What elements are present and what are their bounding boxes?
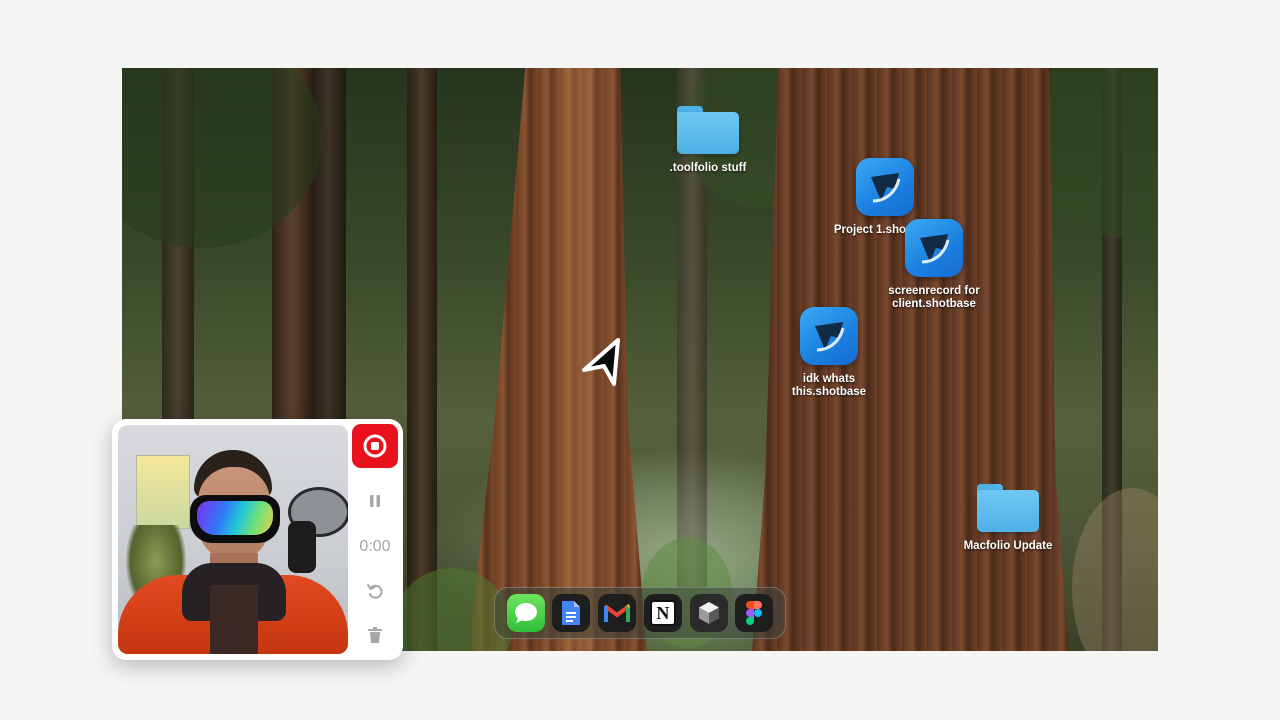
dock: N [494,587,786,639]
hanging-gear [288,521,316,573]
folder-macfolio-update[interactable]: Macfolio Update [948,484,1068,553]
shotbase-file-icon [905,219,963,277]
shotbase-file-icon [856,158,914,216]
stop-icon [363,434,387,458]
pause-button[interactable] [350,493,400,509]
delete-button[interactable] [350,626,400,644]
shotbase-file-icon [800,307,858,365]
dry-brush [1072,488,1158,651]
jacket-inner [210,585,258,654]
file-idk-whats-this[interactable]: idk whats this.shotbase [769,307,889,399]
pause-icon [370,495,380,507]
file-label: idk whats this.shotbase [791,373,867,398]
restart-button[interactable] [350,582,400,600]
notion-letter: N [649,600,676,626]
recorder-controls: 0:00 [350,419,403,660]
file-label: screenrecord for client.shotbase [888,285,980,310]
recording-timer: 0:00 [359,538,391,555]
folder-label: Macfolio Update [963,540,1053,552]
restart-icon [367,584,383,599]
folder-icon [677,106,739,154]
gmail-icon[interactable] [598,594,637,632]
folder-label: .toolfolio stuff [669,162,747,174]
stop-recording-button[interactable] [352,424,398,468]
figma-icon[interactable] [735,594,774,632]
trash-icon [368,627,382,643]
messages-icon[interactable] [506,594,545,632]
folder-toolfolio-stuff[interactable]: .toolfolio stuff [648,106,768,175]
folder-icon [977,484,1039,532]
cursor-arrow-icon [582,338,620,386]
wall-poster [136,455,190,529]
cube-app-icon[interactable] [689,594,728,632]
file-screenrecord-for-client[interactable]: screenrecord for client.shotbase [874,219,994,311]
screen-recorder-widget: 0:00 [112,419,403,660]
google-docs-icon[interactable] [552,594,591,632]
webcam-preview [118,425,348,654]
notion-icon[interactable]: N [643,594,682,632]
ski-goggles [190,495,280,543]
